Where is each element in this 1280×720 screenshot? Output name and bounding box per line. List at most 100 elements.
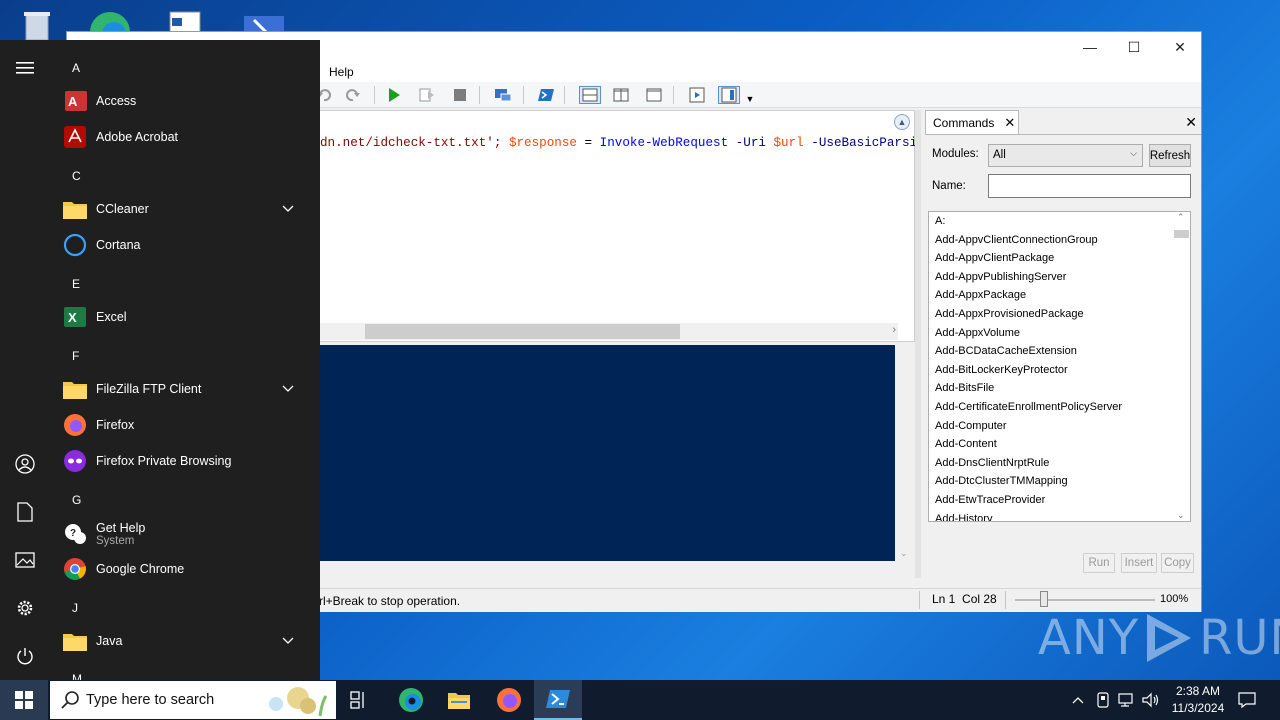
scrollbar-thumb[interactable] xyxy=(365,324,680,339)
edge-taskbar-icon[interactable] xyxy=(387,680,435,720)
app-ccleaner[interactable]: CCleaner xyxy=(62,193,312,225)
layout-right-icon[interactable] xyxy=(612,86,630,104)
run-button[interactable]: Run xyxy=(1083,553,1115,573)
list-item[interactable]: Add-History xyxy=(929,510,1190,522)
list-item[interactable]: Add-EtwTraceProvider xyxy=(929,491,1190,510)
stop-icon[interactable] xyxy=(451,86,469,104)
pictures-icon[interactable] xyxy=(13,548,37,572)
list-item[interactable]: A: xyxy=(929,212,1190,231)
refresh-button[interactable]: Refresh xyxy=(1149,144,1191,167)
app-get-help[interactable]: ? Get Help System xyxy=(62,516,312,552)
list-item[interactable]: Add-DtcClusterTMMapping xyxy=(929,472,1190,491)
app-cortana[interactable]: Cortana xyxy=(62,229,312,261)
list-item[interactable]: Add-AppvClientConnectionGroup xyxy=(929,231,1190,250)
task-view-icon[interactable] xyxy=(336,680,384,720)
volume-icon[interactable] xyxy=(1141,680,1161,720)
app-access[interactable]: A Access xyxy=(62,85,312,117)
letter-header-j[interactable]: J xyxy=(72,601,78,615)
recycle-bin-icon[interactable] xyxy=(14,4,58,41)
list-item[interactable]: Add-AppxPackage xyxy=(929,286,1190,305)
toolbar-overflow-icon[interactable]: ▼ xyxy=(745,90,755,108)
chevron-right-icon[interactable]: › xyxy=(892,324,896,336)
list-item[interactable]: Add-BitLockerKeyProtector xyxy=(929,361,1190,380)
commands-list[interactable]: A: Add-AppvClientConnectionGroup Add-AppvC… xyxy=(928,211,1191,522)
run-selection-icon[interactable] xyxy=(418,86,436,104)
maximize-button[interactable]: ☐ xyxy=(1111,32,1157,62)
zoom-slider-thumb[interactable] xyxy=(1040,591,1048,607)
firefox-taskbar-icon[interactable] xyxy=(485,680,533,720)
name-field[interactable] xyxy=(988,174,1191,198)
modules-select[interactable]: All ⌵ xyxy=(988,144,1143,167)
list-item[interactable]: Add-CertificateEnrollmentPolicyServer xyxy=(929,398,1190,417)
layout-max-icon[interactable] xyxy=(645,86,663,104)
clock[interactable]: 2:38 AM 11/3/2024 xyxy=(1166,683,1230,717)
console-pane[interactable] xyxy=(319,345,895,561)
tab-commands[interactable]: Commands ✕ xyxy=(925,110,1019,134)
access-icon: A xyxy=(62,88,88,114)
show-commands-icon[interactable] xyxy=(718,86,740,104)
collapse-script-icon[interactable]: ▲ xyxy=(894,114,910,130)
insert-button[interactable]: Insert xyxy=(1121,553,1157,573)
chevron-down-icon[interactable] xyxy=(282,635,294,647)
run-icon[interactable] xyxy=(385,86,403,104)
menu-help[interactable]: Help xyxy=(329,65,354,79)
redo-icon[interactable] xyxy=(344,86,362,104)
letter-header-c[interactable]: C xyxy=(72,169,81,183)
settings-gear-icon[interactable] xyxy=(13,596,37,620)
app-filezilla[interactable]: FileZilla FTP Client xyxy=(62,373,312,405)
app-adobe-acrobat[interactable]: Adobe Acrobat xyxy=(62,121,312,153)
close-panel-icon[interactable]: ✕ xyxy=(1185,114,1197,131)
list-item[interactable]: Add-BCDataCacheExtension xyxy=(929,342,1190,361)
letter-header-g[interactable]: G xyxy=(72,493,81,507)
taskbar-search[interactable] xyxy=(50,681,336,719)
list-item[interactable]: Add-BitsFile xyxy=(929,379,1190,398)
list-item[interactable]: Add-AppxProvisionedPackage xyxy=(929,305,1190,324)
app-google-chrome[interactable]: Google Chrome xyxy=(62,553,312,585)
device-icon[interactable] xyxy=(1094,680,1112,720)
letter-header-m[interactable]: M xyxy=(72,672,82,680)
list-item[interactable]: Add-AppvClientPackage xyxy=(929,249,1190,268)
powershell-icon[interactable] xyxy=(537,86,555,104)
close-button[interactable]: ✕ xyxy=(1157,32,1203,62)
show-script-icon[interactable] xyxy=(688,86,706,104)
close-tab-icon[interactable]: ✕ xyxy=(1004,115,1015,131)
list-item[interactable]: Add-AppxVolume xyxy=(929,324,1190,343)
search-input[interactable] xyxy=(86,692,251,708)
list-item[interactable]: Add-DnsClientNrptRule xyxy=(929,454,1190,473)
scrollbar-thumb[interactable] xyxy=(1174,230,1189,238)
zoom-slider[interactable] xyxy=(1015,599,1155,601)
list-item[interactable]: Add-AppvPublishingServer xyxy=(929,268,1190,287)
file-explorer-icon[interactable] xyxy=(435,680,483,720)
console-scrollbar[interactable]: ⌄ xyxy=(895,345,913,561)
parameter-token: -UseBasicParsin xyxy=(803,136,925,150)
documents-icon[interactable] xyxy=(13,500,37,524)
chevron-up-icon[interactable] xyxy=(1068,680,1088,720)
app-java[interactable]: Java xyxy=(62,625,312,657)
list-item[interactable]: Add-Computer xyxy=(929,417,1190,436)
power-icon[interactable] xyxy=(13,644,37,668)
app-firefox-private[interactable]: Firefox Private Browsing xyxy=(62,445,312,477)
letter-header-a[interactable]: A xyxy=(72,61,80,75)
letter-header-f[interactable]: F xyxy=(72,349,79,363)
network-icon[interactable] xyxy=(1116,680,1138,720)
powershell-ise-taskbar-icon[interactable] xyxy=(534,680,582,720)
app-firefox[interactable]: Firefox xyxy=(62,409,312,441)
horizontal-scrollbar[interactable]: › xyxy=(320,323,898,340)
hamburger-menu-icon[interactable] xyxy=(13,56,37,80)
notification-icon[interactable] xyxy=(1232,680,1262,720)
chevron-down-icon[interactable]: ⌄ xyxy=(900,548,908,559)
chevron-down-icon[interactable] xyxy=(282,383,294,395)
layout-top-icon[interactable] xyxy=(579,86,601,104)
app-excel[interactable]: X Excel xyxy=(62,301,312,333)
letter-header-e[interactable]: E xyxy=(72,277,80,291)
chevron-down-icon[interactable] xyxy=(282,203,294,215)
chevron-up-icon[interactable]: ⌃ xyxy=(1177,212,1185,223)
remote-icon[interactable] xyxy=(494,86,512,104)
copy-button[interactable]: Copy xyxy=(1161,553,1194,573)
user-icon[interactable] xyxy=(13,452,37,476)
start-button[interactable] xyxy=(0,680,48,720)
chevron-down-icon[interactable]: ⌄ xyxy=(1177,510,1185,521)
list-scrollbar[interactable]: ⌃ ⌄ xyxy=(1173,212,1190,521)
list-item[interactable]: Add-Content xyxy=(929,435,1190,454)
minimize-button[interactable]: — xyxy=(1067,32,1113,62)
